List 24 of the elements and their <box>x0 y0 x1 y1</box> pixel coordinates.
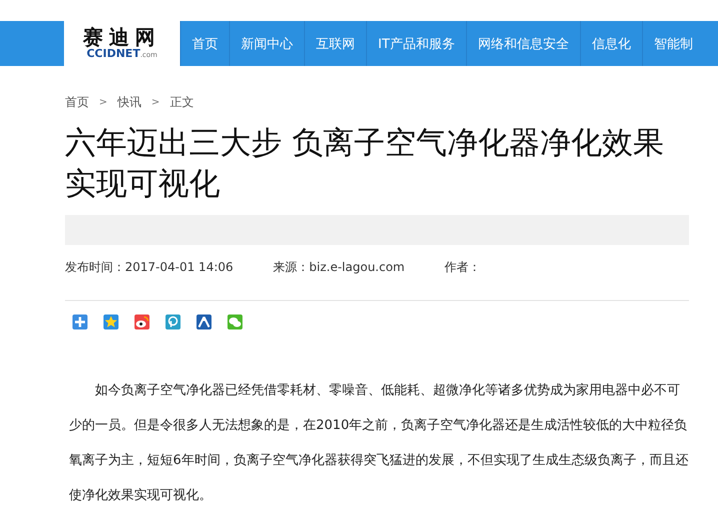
author-text: 作者： <box>444 259 481 276</box>
person-icon[interactable] <box>196 314 212 330</box>
nav-item[interactable]: IT产品和服务 <box>366 21 466 66</box>
nav-item[interactable]: 互联网 <box>304 21 366 66</box>
nav-item[interactable]: 网络和信息安全 <box>466 21 580 66</box>
chat-bubbles-icon[interactable] <box>227 314 243 330</box>
weibo-icon[interactable] <box>134 314 150 330</box>
breadcrumb-link[interactable]: 正文 <box>170 94 194 111</box>
breadcrumb-link[interactable]: 快讯 <box>117 94 142 111</box>
plus-icon[interactable] <box>72 314 88 330</box>
breadcrumb-separator: > <box>99 97 108 108</box>
logo-name: 赛迪网 <box>83 26 161 48</box>
star-icon[interactable] <box>103 314 119 330</box>
nav-item[interactable]: 首页 <box>180 21 229 66</box>
nav-item[interactable]: 新闻中心 <box>229 21 304 66</box>
breadcrumb-separator: > <box>151 97 160 108</box>
nav-item[interactable]: 信息化 <box>580 21 642 66</box>
breadcrumb-link[interactable]: 首页 <box>65 94 89 111</box>
article-title: 六年迈出三大步 负离子空气净化器净化效果实现可视化 <box>65 124 665 204</box>
circle-p-icon[interactable] <box>165 314 181 330</box>
publish-time: 发布时间：2017-04-01 14:06 <box>65 259 234 276</box>
article-paragraph: 如今负离子空气净化器已经凭借零耗材、零噪音、低能耗、超微净化等诸多优势成为家用电器中必不可少的一员。但是令很多人无法想象的是，在2010年之前，负离子空气净化器还是生成活性较低的大中粒径负氧离子为主，短短6年时间，负离子空气净化器获得突飞猛进的发展，不但实现了生成生态级负离子，而且还使净化效果实现可视化。 <box>69 382 689 505</box>
source-text: 来源：biz.e-lagou.com <box>273 259 405 276</box>
nav-item[interactable]: 智能制 <box>642 21 704 66</box>
